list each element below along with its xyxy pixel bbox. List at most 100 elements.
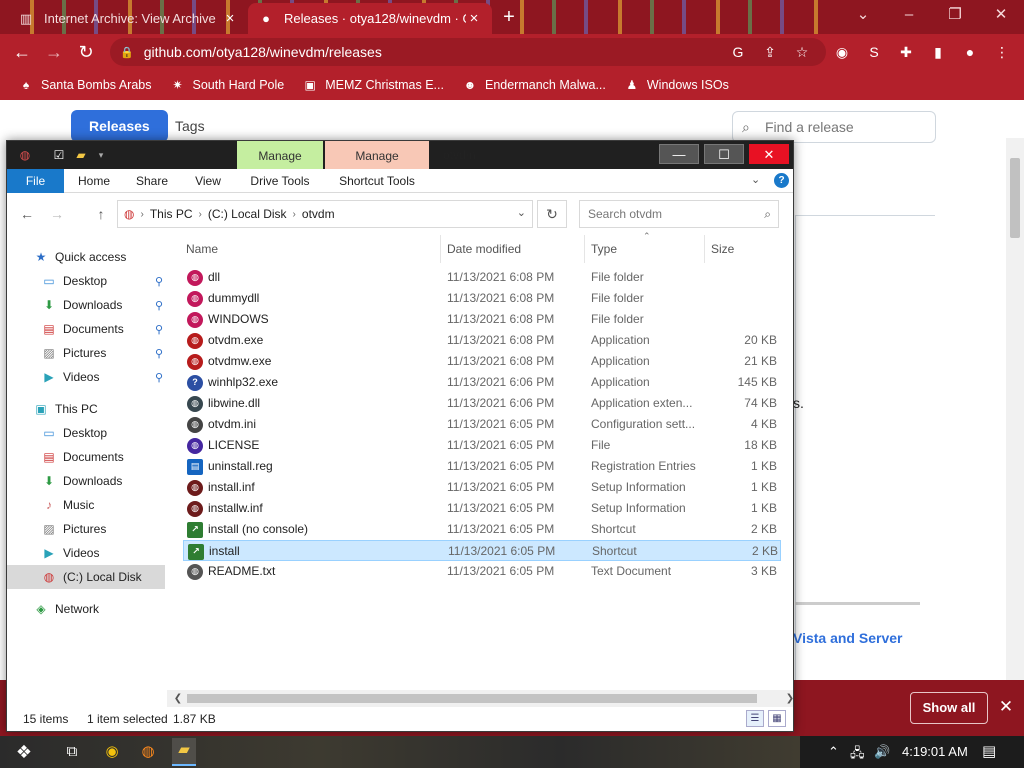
- clock[interactable]: 4:19:01 AM: [902, 744, 968, 759]
- nav-item-videos[interactable]: ▶ Videos ⚲: [7, 365, 165, 389]
- horizontal-scrollbar[interactable]: ❮ ❯: [167, 690, 794, 707]
- task-view-icon[interactable]: ⧉: [60, 740, 84, 764]
- file-row[interactable]: ◍ otvdm.exe 11/13/2021 6:08 PM Application 2…: [183, 330, 781, 351]
- nav-item-desktop[interactable]: ▭ Desktop: [7, 421, 165, 445]
- file-row[interactable]: ↗ install 11/13/2021 6:05 PM Shortcut 2 KB: [183, 540, 781, 561]
- maximize-button[interactable]: ☐: [704, 144, 744, 164]
- close-button[interactable]: ✕: [749, 144, 789, 164]
- extensions-puzzle-icon[interactable]: ✚: [896, 42, 916, 62]
- column-header-date[interactable]: Date modified: [447, 239, 587, 259]
- search-input[interactable]: Search otvdm ⌕: [579, 200, 779, 228]
- column-header-name[interactable]: Name: [186, 239, 436, 259]
- reload-button[interactable]: ↻: [74, 40, 98, 64]
- file-row[interactable]: ◍ dummydll 11/13/2021 6:08 PM File folder: [183, 288, 781, 309]
- new-folder-icon[interactable]: ▰: [73, 147, 89, 163]
- nav-item-downloads[interactable]: ⬇ Downloads ⚲: [7, 293, 165, 317]
- browser-tab-github[interactable]: ● Releases · otya128/winevdm · Git ×: [248, 3, 492, 34]
- bookmark-item[interactable]: ▣ MEMZ Christmas E...: [302, 77, 444, 93]
- bookmark-item[interactable]: ☻ Endermanch Malwa...: [462, 77, 606, 93]
- column-header-type[interactable]: Type: [591, 239, 701, 259]
- column-divider[interactable]: [584, 235, 585, 263]
- breadcrumb-otvdm[interactable]: otvdm: [302, 207, 335, 221]
- large-icons-view-icon[interactable]: ▦: [768, 710, 786, 727]
- firefox-icon[interactable]: ◍: [136, 740, 160, 764]
- column-divider[interactable]: [440, 235, 441, 263]
- breadcrumb-this-pc[interactable]: This PC: [150, 207, 193, 221]
- forward-button[interactable]: →: [42, 40, 66, 64]
- nav-item-c-local-disk[interactable]: ◍ (C:) Local Disk: [7, 565, 165, 589]
- chrome-icon[interactable]: ◉: [100, 740, 124, 764]
- manage-application-tab[interactable]: Manage: [237, 141, 323, 170]
- close-tab-icon[interactable]: ×: [222, 10, 238, 27]
- bookmark-item[interactable]: ✷ South Hard Pole: [169, 77, 284, 93]
- expand-ribbon-icon[interactable]: ⌄: [751, 173, 760, 186]
- nav-item-pictures[interactable]: ▨ Pictures: [7, 517, 165, 541]
- side-panel-icon[interactable]: ▮: [928, 42, 948, 62]
- file-row[interactable]: ◍ LICENSE 11/13/2021 6:05 PM File 18 KB: [183, 435, 781, 456]
- notifications-icon[interactable]: ▤: [982, 742, 996, 760]
- back-arrow-icon[interactable]: ←: [17, 204, 37, 224]
- file-row[interactable]: ◍ README.txt 11/13/2021 6:05 PM Text Docume…: [183, 561, 781, 582]
- ribbon-tab-home[interactable]: Home: [69, 169, 119, 193]
- file-row[interactable]: ? winhlp32.exe 11/13/2021 6:06 PM Applicati…: [183, 372, 781, 393]
- nav-item-videos[interactable]: ▶ Videos: [7, 541, 165, 565]
- bookmark-item[interactable]: ♠ Santa Bombs Arabs: [18, 77, 152, 93]
- nav-item-music[interactable]: ♪ Music: [7, 493, 165, 517]
- close-download-bar-icon[interactable]: ✕: [996, 697, 1016, 719]
- file-row[interactable]: ◍ install.inf 11/13/2021 6:05 PM Setup Info…: [183, 477, 781, 498]
- file-row[interactable]: ◍ WINDOWS 11/13/2021 6:08 PM File folder: [183, 309, 781, 330]
- manage-shortcut-tab[interactable]: Manage: [325, 141, 429, 170]
- breadcrumb-local-disk[interactable]: (C:) Local Disk: [208, 207, 287, 221]
- back-button[interactable]: ←: [10, 40, 34, 64]
- google-icon[interactable]: G: [728, 42, 748, 62]
- help-icon[interactable]: ?: [774, 173, 789, 188]
- page-scrollbar[interactable]: [1006, 138, 1024, 682]
- nav-item-pictures[interactable]: ▨ Pictures ⚲: [7, 341, 165, 365]
- network-icon[interactable]: 🖧: [850, 744, 865, 766]
- new-tab-button[interactable]: +: [498, 6, 520, 28]
- file-explorer-icon[interactable]: ▰: [172, 738, 196, 766]
- nav-item-desktop[interactable]: ▭ Desktop ⚲: [7, 269, 165, 293]
- restore-button[interactable]: ❐: [932, 0, 978, 30]
- menu-kebab-icon[interactable]: ⋮: [992, 42, 1012, 62]
- scroll-left-arrow-icon[interactable]: ❮: [171, 690, 185, 707]
- start-orb-icon[interactable]: ❖: [12, 740, 36, 764]
- address-dropdown-icon[interactable]: ⌄: [517, 206, 526, 219]
- browser-tab-archive[interactable]: ▥ Internet Archive: View Archive ×: [8, 3, 248, 34]
- quick-access-dropdown-icon[interactable]: ▾: [93, 147, 109, 163]
- column-header-size[interactable]: Size: [711, 239, 771, 259]
- scroll-right-arrow-icon[interactable]: ❯: [783, 690, 797, 707]
- show-all-button[interactable]: Show all: [910, 692, 988, 724]
- details-view-icon[interactable]: ☰: [746, 710, 764, 727]
- nav-item-quick-access[interactable]: ★ Quick access: [7, 245, 165, 269]
- minimize-button[interactable]: —: [659, 144, 699, 164]
- bookmark-item[interactable]: ♟ Windows ISOs: [624, 77, 728, 93]
- ribbon-tab-shortcut-tools[interactable]: Shortcut Tools: [329, 169, 425, 193]
- file-row[interactable]: ◍ dll 11/13/2021 6:08 PM File folder: [183, 267, 781, 288]
- file-row[interactable]: ◍ libwine.dll 11/13/2021 6:06 PM Applicatio…: [183, 393, 781, 414]
- find-release-input[interactable]: ⌕ Find a release: [732, 111, 936, 143]
- extension-flag-icon[interactable]: ◉: [832, 42, 852, 62]
- nav-item-this-pc[interactable]: ▣ This PC: [7, 397, 165, 421]
- file-row[interactable]: ↗ install (no console) 11/13/2021 6:05 PM S…: [183, 519, 781, 540]
- file-row[interactable]: ◍ installw.inf 11/13/2021 6:05 PM Setup Inf…: [183, 498, 781, 519]
- show-hidden-icons-icon[interactable]: ⌃: [828, 744, 839, 760]
- release-link[interactable]: Vista and Server: [793, 630, 902, 646]
- tab-search-icon[interactable]: ⌄: [840, 0, 886, 30]
- file-row[interactable]: ▤ uninstall.reg 11/13/2021 6:05 PM Registra…: [183, 456, 781, 477]
- tags-tab[interactable]: Tags: [157, 110, 223, 142]
- ribbon-tab-drive-tools[interactable]: Drive Tools: [240, 169, 320, 193]
- close-window-button[interactable]: ✕: [978, 0, 1024, 30]
- releases-tab[interactable]: Releases: [71, 110, 168, 142]
- ribbon-tab-share[interactable]: Share: [129, 169, 175, 193]
- properties-icon[interactable]: ☑: [51, 147, 67, 163]
- minimize-button[interactable]: –: [886, 0, 932, 30]
- up-arrow-icon[interactable]: ↑: [91, 204, 111, 224]
- ribbon-tab-file[interactable]: File: [7, 169, 64, 193]
- explorer-address-bar[interactable]: ◍ › This PC › (C:) Local Disk › otvdm ⌄: [117, 200, 533, 228]
- file-row[interactable]: ◍ otvdm.ini 11/13/2021 6:05 PM Configuratio…: [183, 414, 781, 435]
- refresh-button[interactable]: ↻: [537, 200, 567, 228]
- forward-arrow-icon[interactable]: →: [47, 204, 67, 224]
- extension-s-icon[interactable]: S: [864, 42, 884, 62]
- bookmark-star-icon[interactable]: ☆: [792, 42, 812, 62]
